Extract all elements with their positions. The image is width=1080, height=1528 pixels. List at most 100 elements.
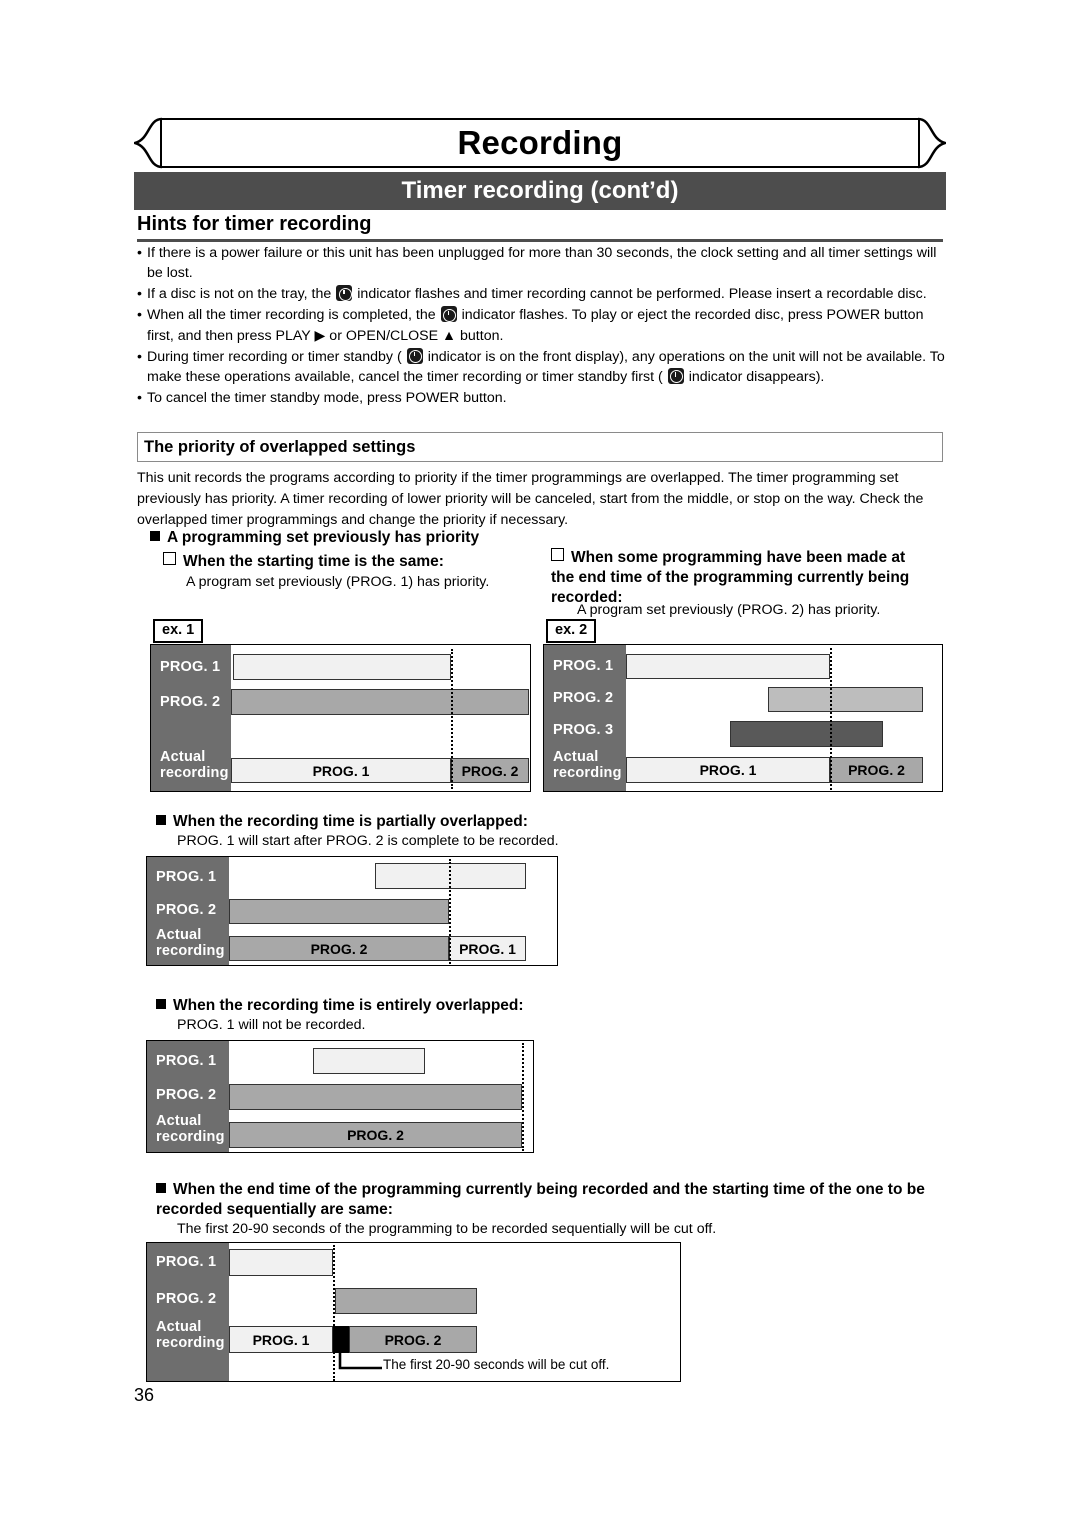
list-item: • To cancel the timer standby mode, pres… [137, 388, 947, 408]
note-entirely-overlapped: PROG. 1 will not be recorded. [177, 1017, 366, 1033]
example-2-label: ex. 2 [546, 619, 597, 643]
timer-indicator-icon [667, 367, 684, 384]
actual-bar-prog1-label: PROG. 1 [312, 762, 370, 779]
priority-title-box: The priority of overlapped settings [137, 432, 943, 462]
divider-dotted-line [333, 1245, 335, 1381]
page-banner: Recording [134, 117, 946, 170]
bullet-text-post: indicator disappears). [688, 368, 825, 385]
bullet-dot-icon: • [137, 286, 142, 303]
row-label-prog1: PROG. 1 [156, 869, 217, 885]
bar-prog2 [229, 899, 449, 924]
bar-prog1 [229, 1249, 333, 1276]
bullet-text: If there is a power failure or this unit… [147, 245, 937, 282]
row-label-prog1: PROG. 1 [160, 659, 221, 675]
timer-indicator-icon [336, 285, 353, 302]
hints-bullet-list: • If there is a power failure or this un… [137, 243, 947, 409]
banner-right-bracket-icon [917, 117, 946, 169]
manual-page: Recording Timer recording (cont’d) Hints… [0, 0, 1080, 1528]
row-label-actual: Actual recording [156, 1113, 225, 1145]
row-label-actual-line1: Actual [553, 749, 599, 765]
row-label-prog2: PROG. 2 [553, 690, 614, 706]
actual-bar-prog1: PROG. 1 [449, 936, 526, 961]
bar-prog1 [626, 654, 830, 679]
divider-dotted-line [449, 859, 451, 964]
row-label-prog1: PROG. 1 [553, 658, 614, 674]
bullet-text-post: indicator flashes and timer recording ca… [357, 286, 927, 303]
section-bar: Timer recording (cont’d) [134, 172, 946, 210]
row-label-prog2: PROG. 2 [156, 1087, 217, 1103]
row-label-prog2: PROG. 2 [160, 694, 221, 710]
divider-dotted-line [830, 648, 832, 790]
actual-bar-prog1-label: PROG. 1 [459, 940, 516, 957]
timer-indicator-icon [406, 347, 423, 364]
hints-heading: Hints for timer recording [137, 212, 943, 242]
actual-bar-prog2: PROG. 2 [229, 936, 449, 961]
page-title: Recording [457, 123, 623, 161]
subheading-partially-overlapped: When the recording time is partially ove… [156, 812, 776, 832]
row-label-actual: Actual recording [156, 1319, 225, 1351]
row-label-actual-line2: recording [156, 1335, 225, 1352]
row-label-actual-line2: recording [156, 1129, 225, 1146]
divider-dotted-line [522, 1043, 524, 1151]
bar-prog2 [231, 689, 529, 715]
bullet-dot-icon: • [137, 245, 142, 261]
subheading-entirely-overlapped: When the recording time is entirely over… [156, 996, 776, 1016]
row-label-prog3: PROG. 3 [553, 722, 614, 738]
diagram-example-2: PROG. 1 PROG. 2 PROG. 3 Actual recording… [543, 644, 943, 792]
timer-indicator-icon [440, 306, 457, 323]
actual-bar-prog2-label: PROG. 2 [848, 762, 905, 778]
note-same-start-time: A program set previously (PROG. 1) has p… [186, 574, 490, 590]
note-sequential-same-time: The first 20-90 seconds of the programmi… [177, 1221, 717, 1237]
actual-bar-prog1-label: PROG. 1 [699, 762, 757, 778]
list-item: • During timer recording or timer standb… [137, 347, 947, 387]
actual-bar-prog2: PROG. 2 [229, 1122, 522, 1148]
bullet-dot-icon: • [137, 307, 142, 324]
row-label-actual: Actual recording [553, 749, 622, 781]
actual-bar-prog2-label: PROG. 2 [310, 940, 368, 957]
note-partially-overlapped: PROG. 1 will start after PROG. 2 is comp… [177, 833, 559, 849]
row-label-actual-line1: Actual [156, 1319, 202, 1335]
row-label-actual-line2: recording [553, 765, 622, 782]
row-label-prog2: PROG. 2 [156, 902, 217, 918]
row-label-actual: Actual recording [156, 927, 225, 959]
actual-bar-prog2-label: PROG. 2 [347, 1127, 404, 1143]
bar-prog2 [335, 1288, 477, 1314]
list-item: • When all the timer recording is comple… [137, 305, 947, 345]
cutoff-caption: The first 20-90 seconds will be cut off. [383, 1357, 610, 1372]
banner-box: Recording [160, 118, 920, 168]
row-label-actual-line1: Actual [156, 1113, 202, 1129]
cutoff-leader-line-icon [338, 1351, 382, 1370]
example-1-label: ex. 1 [153, 619, 204, 643]
diagram-example-1: PROG. 1 PROG. 2 Actual recording PROG. 1… [150, 644, 531, 792]
diagram-sequential-cutoff: PROG. 1 PROG. 2 Actual recording PROG. 1… [146, 1242, 681, 1382]
row-label-actual-line2: recording [160, 765, 229, 782]
bullet-dot-icon: • [137, 390, 142, 407]
bar-prog1 [313, 1048, 425, 1074]
row-label-actual-line1: Actual [156, 927, 202, 943]
bullet-text-pre: During timer recording or timer standby … [147, 348, 402, 365]
actual-bar-prog1: PROG. 1 [231, 758, 451, 783]
bullet-text: To cancel the timer standby mode, press … [147, 390, 507, 407]
heading-rule [137, 239, 943, 242]
subheading-same-start-time: When the starting time is the same: [163, 552, 523, 572]
priority-paragraph: This unit records the programs according… [137, 470, 924, 529]
bullet-text: When all the timer recording is complete… [147, 305, 947, 345]
actual-bar-prog2: PROG. 2 [349, 1326, 477, 1353]
actual-bar-prog2-label: PROG. 2 [461, 762, 519, 779]
row-label-actual: Actual recording [160, 749, 229, 781]
list-item: • If a disc is not on the tray, the indic… [137, 284, 947, 304]
bar-prog1 [233, 654, 451, 680]
diagram-partially-overlapped: PROG. 1 PROG. 2 Actual recording PROG. 2… [146, 856, 558, 966]
bullet-text: If a disc is not on the tray, the indicat… [147, 284, 947, 304]
note-programming-at-end-time: A program set previously (PROG. 2) has p… [577, 602, 881, 618]
priority-title: The priority of overlapped settings [144, 437, 416, 456]
bullet-text-pre: When all the timer recording is complete… [147, 307, 436, 324]
row-label-actual-line1: Actual [160, 749, 206, 765]
actual-bar-prog2-label: PROG. 2 [384, 1331, 442, 1348]
bullet-text-pre: If a disc is not on the tray, the [147, 286, 332, 303]
actual-bar-prog1-label: PROG. 1 [252, 1331, 310, 1348]
page-number: 36 [134, 1385, 155, 1405]
row-label-prog1: PROG. 1 [156, 1053, 217, 1069]
bar-prog2 [768, 687, 923, 712]
bullet-dot-icon: • [137, 348, 142, 365]
